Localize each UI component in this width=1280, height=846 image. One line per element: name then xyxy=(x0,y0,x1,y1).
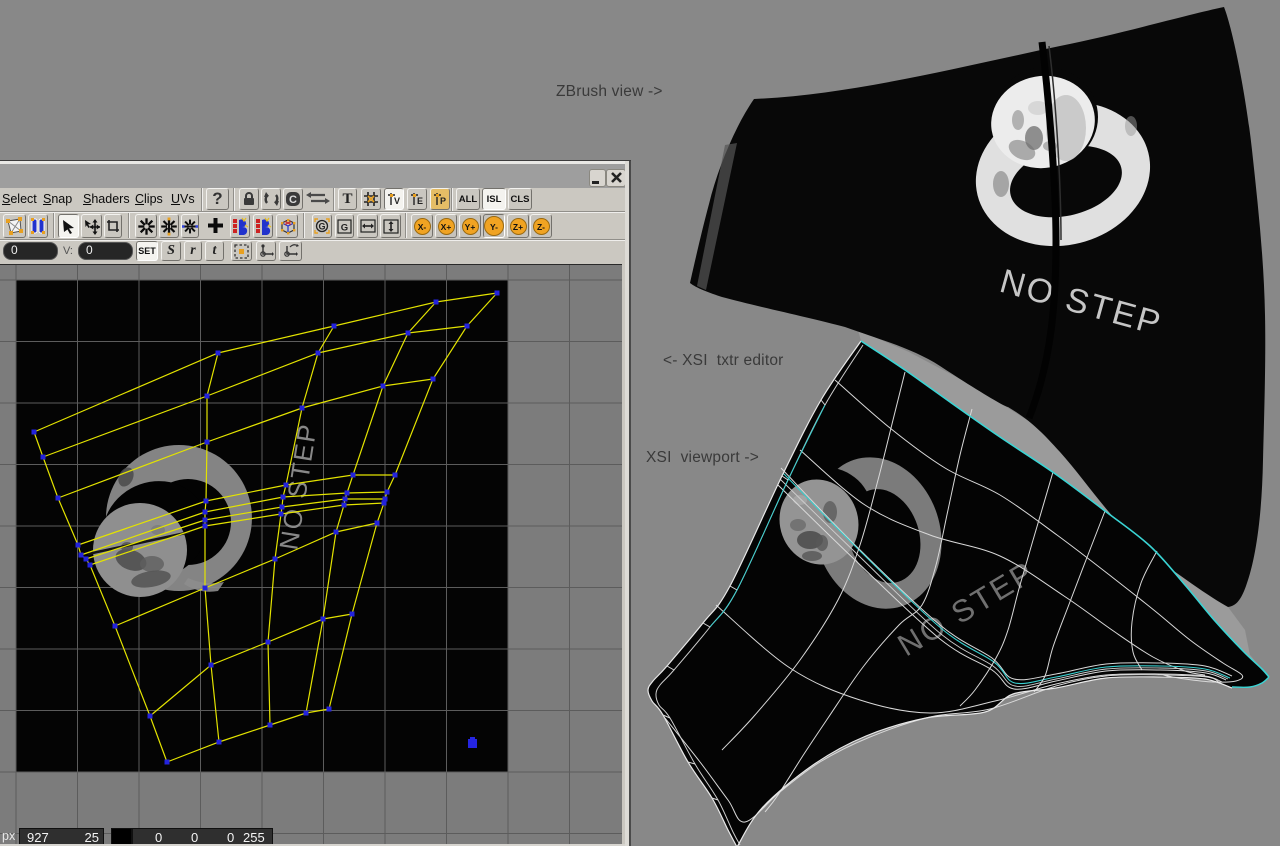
svg-text:V: V xyxy=(394,196,400,206)
svg-text:G: G xyxy=(341,222,348,233)
svg-text:E: E xyxy=(417,196,423,206)
svg-text:G: G xyxy=(318,222,325,232)
svg-text:P: P xyxy=(440,196,446,206)
svg-text:C: C xyxy=(289,194,297,206)
